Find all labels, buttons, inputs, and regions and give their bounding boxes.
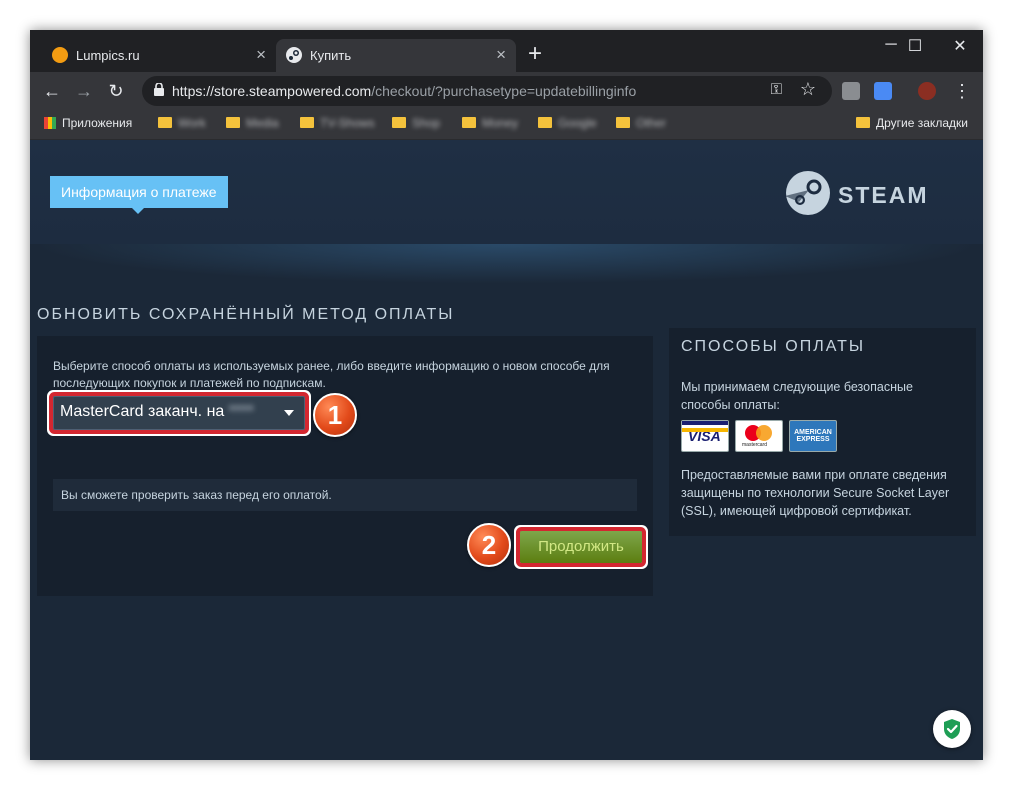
- bookmarks-bar: Приложения Work Media TV-Shows Shop Mone…: [30, 110, 983, 140]
- url-host: https://store.steampowered.com: [172, 83, 372, 99]
- translate-icon[interactable]: [874, 82, 892, 100]
- visa-stripe-bottom: [682, 428, 728, 432]
- folder-icon: [392, 117, 406, 128]
- folder-label: Work: [178, 116, 206, 130]
- mastercard-card-icon: mastercard: [735, 420, 783, 452]
- continue-button[interactable]: Продолжить: [520, 531, 642, 563]
- folder-label: Money: [482, 116, 519, 130]
- menu-icon[interactable]: ⋮: [950, 79, 974, 103]
- shield-check-icon[interactable]: [933, 710, 971, 748]
- browser-window: Lumpics.ru × Купить × + ─ ☐ ✕ ← → ↻ http…: [30, 30, 983, 760]
- avatar[interactable]: [918, 82, 936, 100]
- payment-description: Выберите способ оплаты из используемых р…: [53, 359, 610, 390]
- close-window-icon[interactable]: ✕: [937, 36, 983, 56]
- lock-icon: [154, 82, 164, 101]
- apps-bookmark[interactable]: Приложения: [44, 116, 132, 130]
- bookmark-folder[interactable]: Work: [158, 116, 206, 130]
- tab-title: Lumpics.ru: [76, 48, 140, 63]
- amex-card-icon: AMERICAN EXPRESS: [789, 420, 837, 452]
- payment-method-select[interactable]: MasterCard заканч. на ****: [53, 396, 305, 430]
- lumpics-icon: [52, 47, 68, 63]
- tab-pointer: [132, 208, 144, 214]
- selected-payment-method: MasterCard заканч. на ****: [60, 403, 254, 421]
- steam-checkout-page: Информация о платеже STEAM ОБНОВИТЬ СОХР…: [30, 140, 983, 760]
- folder-label: Other: [636, 116, 667, 130]
- folder-label: TV-Shows: [320, 116, 375, 130]
- new-tab-icon[interactable]: +: [528, 42, 542, 66]
- payment-methods-panel: СПОСОБЫ ОПЛАТЫ Мы принимаем следующие бе…: [669, 328, 976, 536]
- bookmark-star-icon[interactable]: ☆: [800, 79, 816, 100]
- folder-icon: [158, 117, 172, 128]
- folder-label: Media: [246, 116, 279, 130]
- other-bookmarks[interactable]: Другие закладки: [856, 116, 968, 130]
- amex-label: AMERICAN EXPRESS: [794, 429, 832, 443]
- review-note: Вы сможете проверить заказ перед его опл…: [53, 479, 637, 511]
- bookmark-folder[interactable]: Google: [538, 116, 597, 130]
- visa-stripe-top: [682, 421, 728, 425]
- payment-info-tab[interactable]: Информация о платеже: [50, 176, 228, 214]
- steam-logo-text: STEAM: [838, 182, 929, 208]
- tab-steam[interactable]: Купить ×: [276, 39, 516, 72]
- browser-toolbar: ← → ↻ https://store.steampowered.com/che…: [30, 72, 983, 110]
- folder-icon: [856, 117, 870, 128]
- masked-card-digits: ****: [228, 403, 254, 420]
- selected-payment-label: MasterCard заканч. на: [60, 403, 225, 420]
- page-header: Информация о платеже STEAM: [30, 140, 983, 244]
- folder-icon: [462, 117, 476, 128]
- url-path: /checkout/?purchasetype=updatebillinginf…: [371, 83, 637, 99]
- payment-methods-title: СПОСОБЫ ОПЛАТЫ: [681, 338, 866, 355]
- folder-label: Google: [558, 116, 597, 130]
- header-glow: [30, 244, 983, 284]
- tab-lumpics[interactable]: Lumpics.ru ×: [42, 39, 276, 72]
- maximize-icon[interactable]: ☐: [892, 36, 938, 56]
- step-badge-1: 1: [313, 393, 357, 437]
- tab-title: Купить: [310, 48, 352, 63]
- address-bar[interactable]: https://store.steampowered.com/checkout/…: [142, 76, 832, 106]
- review-note-text: Вы сможете проверить заказ перед его опл…: [61, 488, 332, 502]
- back-icon[interactable]: ←: [40, 79, 64, 103]
- steam-logo-icon: [785, 171, 830, 215]
- close-tab-icon[interactable]: ×: [496, 45, 506, 65]
- chevron-down-icon: [284, 410, 294, 416]
- bookmark-folder[interactable]: Other: [616, 116, 666, 130]
- close-tab-icon[interactable]: ×: [256, 45, 266, 65]
- steam-logo[interactable]: STEAM: [785, 170, 945, 220]
- ssl-security-text: Предоставляемые вами при оплате сведения…: [681, 468, 950, 518]
- accepted-methods-text: Мы принимаем следующие безопасные способ…: [681, 380, 913, 412]
- steam-icon: [286, 47, 302, 63]
- reload-icon[interactable]: ↻: [104, 79, 128, 103]
- mastercard-label: mastercard: [742, 442, 768, 448]
- bookmark-folder[interactable]: TV-Shows: [300, 116, 375, 130]
- mastercard-orange-circle: [756, 425, 772, 441]
- key-icon[interactable]: ⚿: [771, 81, 782, 98]
- step-badge-2: 2: [467, 523, 511, 567]
- tab-strip: Lumpics.ru × Купить × + ─ ☐ ✕: [30, 30, 983, 72]
- forward-icon[interactable]: →: [72, 79, 96, 103]
- folder-label: Shop: [412, 116, 441, 130]
- extension-icon[interactable]: [842, 82, 860, 100]
- bookmark-folder[interactable]: Money: [462, 116, 518, 130]
- other-bookmarks-label: Другие закладки: [876, 116, 968, 130]
- folder-icon: [538, 117, 552, 128]
- folder-icon: [300, 117, 314, 128]
- bookmark-folder[interactable]: Media: [226, 116, 279, 130]
- visa-card-icon: VISA: [681, 420, 729, 452]
- folder-icon: [616, 117, 630, 128]
- payment-info-label: Информация о платеже: [61, 184, 217, 200]
- folder-icon: [226, 117, 240, 128]
- apps-label: Приложения: [62, 116, 133, 130]
- url-text: https://store.steampowered.com/checkout/…: [172, 83, 636, 99]
- page-title: ОБНОВИТЬ СОХРАНЁННЫЙ МЕТОД ОПЛАТЫ: [37, 306, 455, 323]
- apps-grid-icon: [44, 117, 56, 129]
- bookmark-folder[interactable]: Shop: [392, 116, 440, 130]
- billing-panel: Выберите способ оплаты из используемых р…: [37, 336, 653, 596]
